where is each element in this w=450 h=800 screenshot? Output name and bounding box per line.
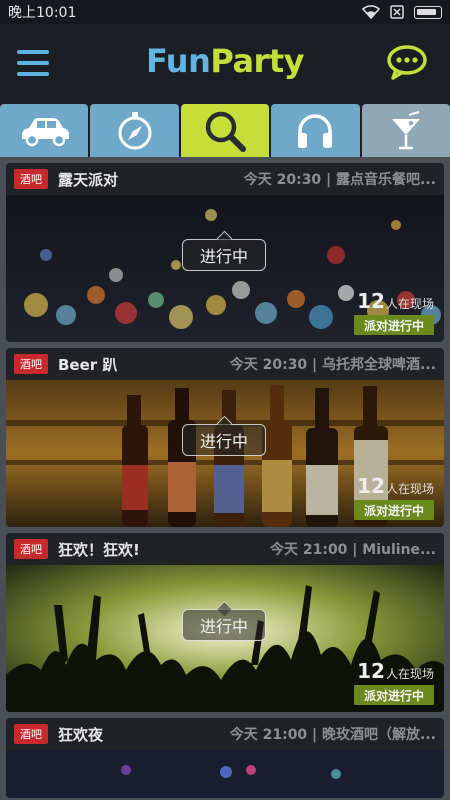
party-status-button[interactable]: 派对进行中 bbox=[354, 685, 434, 705]
tab-car[interactable] bbox=[0, 104, 89, 157]
attendee-suffix: 人在现场 bbox=[385, 667, 434, 681]
event-title: Beer 趴 bbox=[58, 355, 118, 374]
attendee-suffix: 人在现场 bbox=[385, 482, 434, 496]
cocktail-icon bbox=[391, 110, 420, 149]
compass-icon bbox=[118, 111, 152, 149]
event-title: 露天派对 bbox=[58, 170, 119, 189]
app-title-party: Party bbox=[210, 42, 304, 80]
event-card[interactable]: 酒吧 狂欢夜 今天 21:00 | 晚玫酒吧（解放... bbox=[6, 718, 444, 798]
attendee-count: 12人在现场 bbox=[357, 659, 434, 683]
status-pill: 进行中 bbox=[182, 239, 266, 271]
card-header: 酒吧 露天派对 今天 20:30 | 露点音乐餐吧... bbox=[6, 163, 444, 195]
card-header: 酒吧 狂欢！狂欢! 今天 21:00 | Miuline... bbox=[6, 533, 444, 565]
status-time: 晚上10:01 bbox=[8, 5, 77, 21]
wifi-icon bbox=[362, 5, 380, 19]
event-meta: 今天 20:30 | 乌托邦全球啤酒... bbox=[229, 357, 436, 373]
event-meta: 今天 21:00 | 晚玫酒吧（解放... bbox=[229, 727, 436, 743]
event-photo bbox=[6, 750, 444, 798]
status-icons bbox=[362, 5, 442, 19]
event-meta: 今天 20:30 | 露点音乐餐吧... bbox=[243, 172, 436, 188]
event-card[interactable]: 酒吧 Beer 趴 今天 20:30 | 乌托邦全球啤酒... 进行中 12人在… bbox=[6, 348, 444, 527]
category-tag: 酒吧 bbox=[14, 354, 48, 374]
chat-bubble-icon[interactable] bbox=[386, 44, 428, 80]
event-title: 狂欢！狂欢! bbox=[58, 540, 140, 559]
attendee-number: 12 bbox=[357, 289, 385, 313]
attendee-number: 12 bbox=[357, 659, 385, 683]
party-status-button[interactable]: 派对进行中 bbox=[354, 315, 434, 335]
attendee-suffix: 人在现场 bbox=[385, 297, 434, 311]
search-icon bbox=[205, 111, 247, 152]
status-pill: 进行中 bbox=[182, 609, 266, 641]
event-title: 狂欢夜 bbox=[58, 725, 104, 744]
event-meta: 今天 21:00 | Miuline... bbox=[269, 542, 436, 558]
event-card[interactable]: 酒吧 狂欢！狂欢! 今天 21:00 | Miuline... 进行中 12人在… bbox=[6, 533, 444, 712]
status-pill: 进行中 bbox=[182, 424, 266, 456]
party-status-button[interactable]: 派对进行中 bbox=[354, 500, 434, 520]
tab-compass[interactable] bbox=[90, 104, 179, 157]
app-title: FunParty bbox=[0, 42, 450, 80]
event-card[interactable]: 酒吧 露天派对 今天 20:30 | 露点音乐餐吧... 进行中 12人在现场 bbox=[6, 163, 444, 342]
category-tag: 酒吧 bbox=[14, 724, 48, 744]
status-bar: 晚上10:01 bbox=[0, 0, 450, 24]
tab-music[interactable] bbox=[271, 104, 360, 157]
tab-search[interactable] bbox=[180, 104, 270, 157]
attendee-count: 12人在现场 bbox=[357, 289, 434, 313]
app-header: FunParty bbox=[0, 24, 450, 104]
attendee-count: 12人在现场 bbox=[357, 474, 434, 498]
car-icon bbox=[22, 117, 70, 146]
card-header: 酒吧 狂欢夜 今天 21:00 | 晚玫酒吧（解放... bbox=[6, 718, 444, 750]
app-title-fun: Fun bbox=[146, 42, 211, 80]
card-header: 酒吧 Beer 趴 今天 20:30 | 乌托邦全球啤酒... bbox=[6, 348, 444, 380]
category-tabs bbox=[0, 104, 450, 157]
category-tag: 酒吧 bbox=[14, 539, 48, 559]
attendee-number: 12 bbox=[357, 474, 385, 498]
category-tag: 酒吧 bbox=[14, 169, 48, 189]
headphones-icon bbox=[298, 113, 333, 148]
event-list[interactable]: 酒吧 露天派对 今天 20:30 | 露点音乐餐吧... 进行中 12人在现场 bbox=[0, 157, 450, 800]
tab-bar[interactable] bbox=[361, 104, 450, 157]
battery-icon bbox=[414, 5, 442, 19]
no-sim-icon bbox=[390, 5, 404, 19]
